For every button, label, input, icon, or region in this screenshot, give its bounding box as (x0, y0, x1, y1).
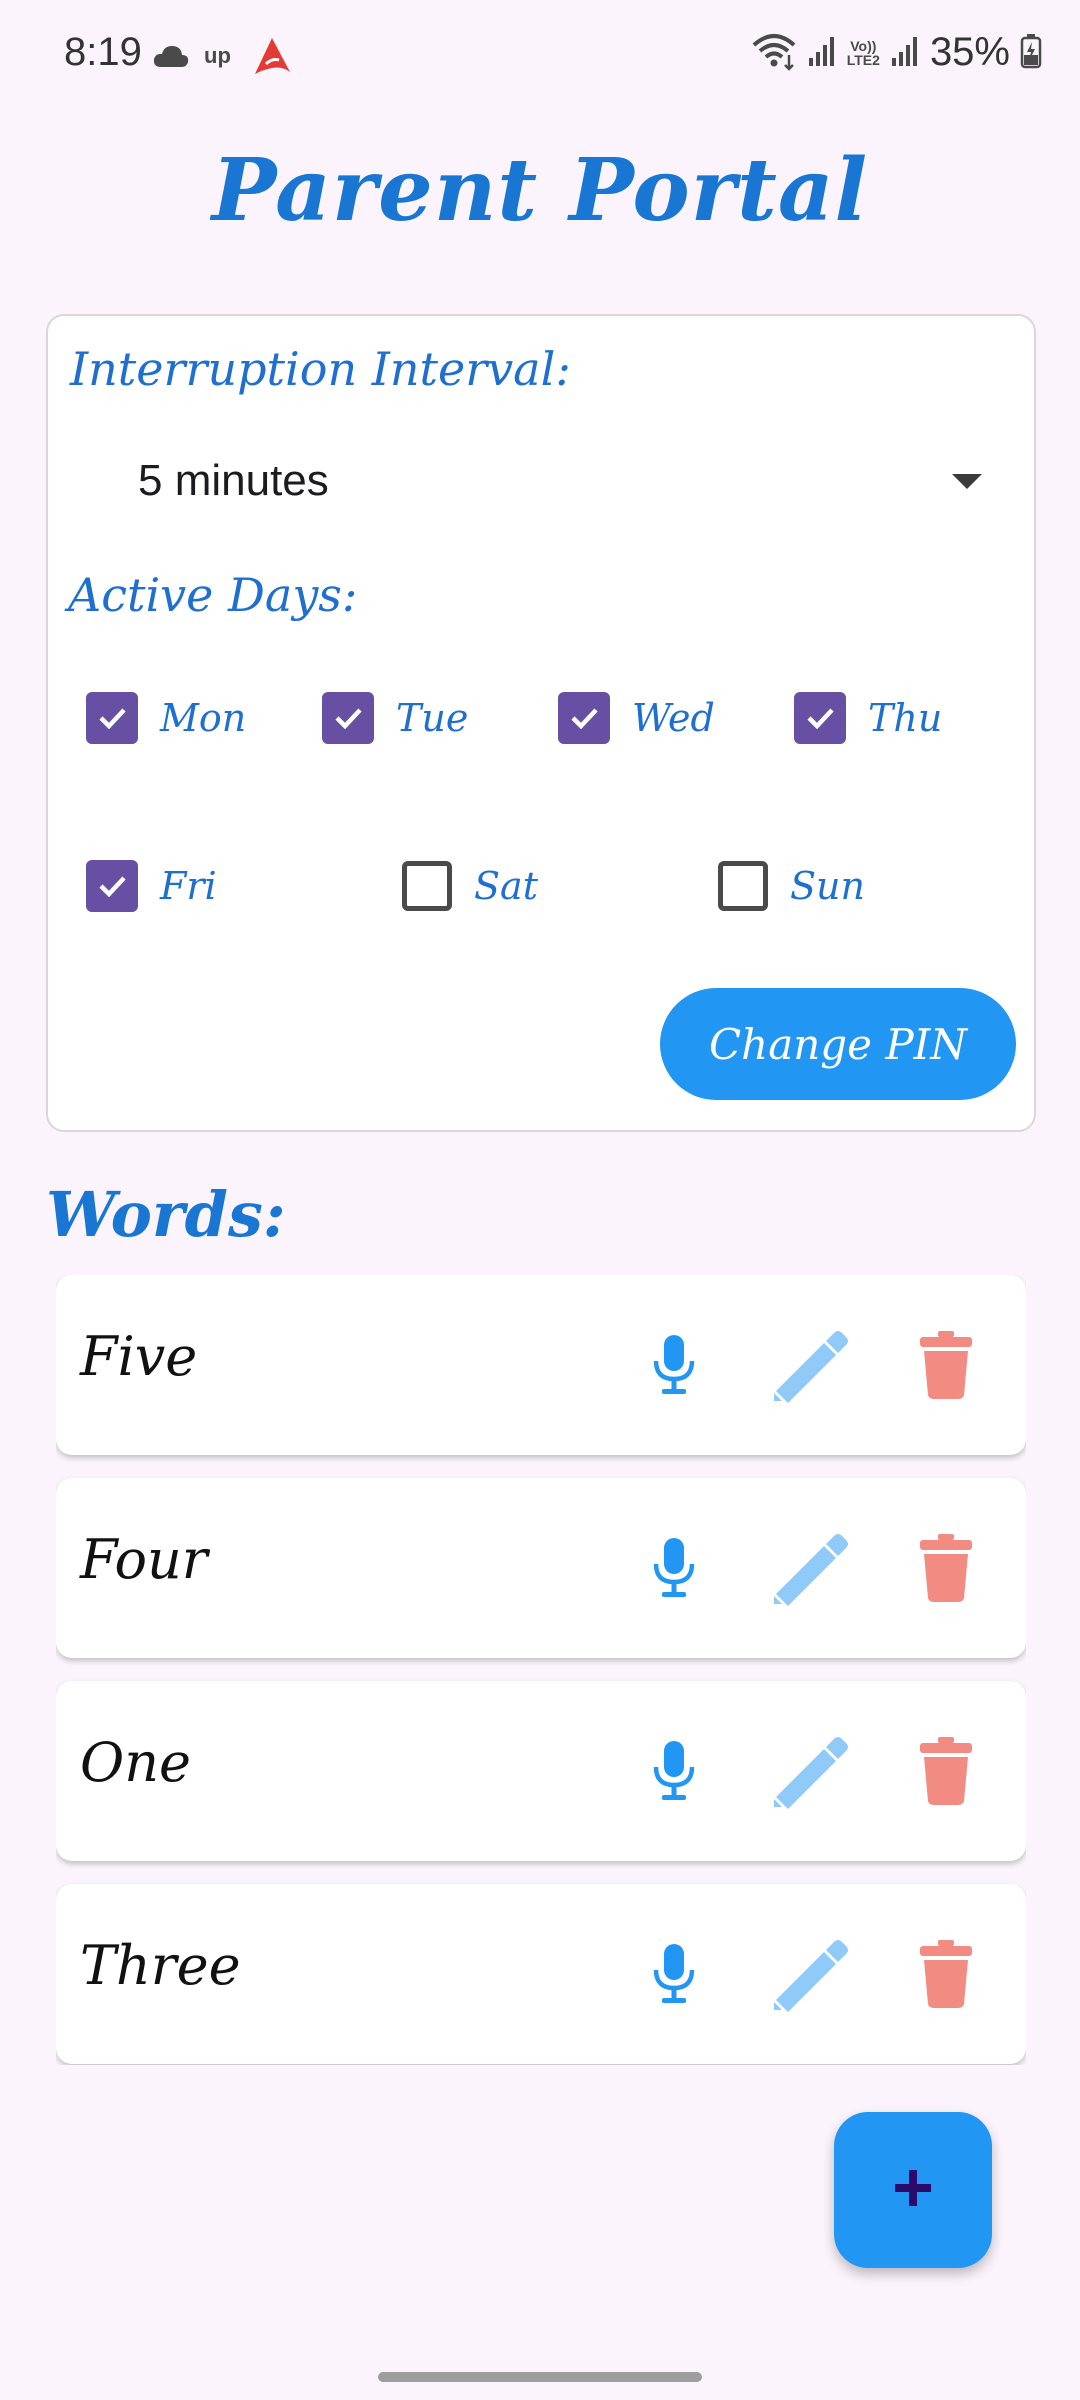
battery-icon (1020, 33, 1042, 73)
status-time: 8:19 (64, 30, 142, 74)
word-text: One (80, 1731, 192, 1794)
trash-icon[interactable] (906, 1528, 986, 1608)
interval-label: Interruption Interval: (70, 342, 571, 396)
words-title: Words: (46, 1178, 286, 1251)
microphone-icon[interactable] (634, 1325, 714, 1405)
day-checkbox-sun[interactable]: Sun (718, 858, 865, 914)
signal-icon (890, 34, 920, 72)
checkbox-checked-icon[interactable] (558, 692, 610, 744)
change-pin-button[interactable]: Change PIN (660, 988, 1016, 1100)
day-label-sun: Sun (790, 864, 865, 908)
status-left-icons: up (152, 36, 292, 80)
lte-label: LTE2 (846, 51, 880, 68)
day-checkbox-tue[interactable]: Tue (322, 690, 468, 746)
active-days-label: Active Days: (68, 568, 358, 622)
pencil-icon[interactable] (770, 1528, 850, 1608)
interval-dropdown[interactable]: 5 minutes (92, 426, 1022, 536)
word-actions (634, 1325, 986, 1405)
dropdown-arrow-icon (952, 473, 982, 489)
pencil-icon[interactable] (770, 1325, 850, 1405)
checkbox-unchecked-icon[interactable] (402, 861, 452, 911)
page-title: Parent Portal (211, 140, 869, 241)
pencil-icon[interactable] (770, 1731, 850, 1811)
add-word-button[interactable] (834, 2112, 992, 2268)
battery-percent: 35% (929, 30, 1010, 74)
word-card: Four (56, 1478, 1026, 1658)
signal-icon (807, 34, 837, 72)
checkbox-checked-icon[interactable] (322, 692, 374, 744)
word-actions (634, 1731, 986, 1811)
home-gesture-bar[interactable] (378, 2372, 702, 2382)
trash-icon[interactable] (906, 1731, 986, 1811)
trash-icon[interactable] (906, 1325, 986, 1405)
cloud-icon (152, 43, 190, 73)
trash-icon[interactable] (906, 1934, 986, 2014)
airtel-logo-icon (252, 36, 292, 80)
status-right-icons: Vo)) LTE2 35% (751, 30, 1042, 75)
volte-icon: Vo)) LTE2 (847, 39, 880, 67)
up-logo-icon: up (204, 41, 238, 75)
pencil-icon[interactable] (770, 1934, 850, 2014)
word-text: Four (80, 1528, 208, 1591)
word-card: Five (56, 1275, 1026, 1455)
day-checkbox-mon[interactable]: Mon (86, 690, 246, 746)
day-label-tue: Tue (396, 696, 469, 740)
checkbox-checked-icon[interactable] (86, 860, 138, 912)
word-actions (634, 1528, 986, 1608)
interval-value: 5 minutes (138, 456, 329, 505)
day-label-wed: Wed (632, 696, 715, 740)
word-card: Three (56, 1884, 1026, 2064)
word-text: Three (80, 1934, 241, 1997)
checkbox-unchecked-icon[interactable] (718, 861, 768, 911)
word-list[interactable]: Five Four One Three (56, 1275, 1026, 2065)
wifi-icon (751, 31, 797, 75)
day-checkbox-thu[interactable]: Thu (794, 690, 942, 746)
svg-text:up: up (204, 43, 231, 68)
word-text: Five (80, 1325, 198, 1388)
word-actions (634, 1934, 986, 2014)
day-label-mon: Mon (160, 696, 247, 740)
plus-icon (891, 2166, 935, 2214)
volte-label: Vo)) (850, 37, 877, 54)
word-card: One (56, 1681, 1026, 1861)
day-checkbox-wed[interactable]: Wed (558, 690, 715, 746)
microphone-icon[interactable] (634, 1934, 714, 2014)
checkbox-checked-icon[interactable] (794, 692, 846, 744)
day-checkbox-sat[interactable]: Sat (402, 858, 538, 914)
status-bar: 8:19 up Vo)) LTE2 35% (0, 0, 1080, 116)
microphone-icon[interactable] (634, 1731, 714, 1811)
microphone-icon[interactable] (634, 1528, 714, 1608)
day-checkbox-fri[interactable]: Fri (86, 858, 217, 914)
checkbox-checked-icon[interactable] (86, 692, 138, 744)
settings-card: Interruption Interval: 5 minutes Active … (46, 314, 1036, 1132)
day-label-fri: Fri (160, 864, 217, 908)
day-label-thu: Thu (868, 696, 943, 740)
day-label-sat: Sat (474, 864, 538, 908)
